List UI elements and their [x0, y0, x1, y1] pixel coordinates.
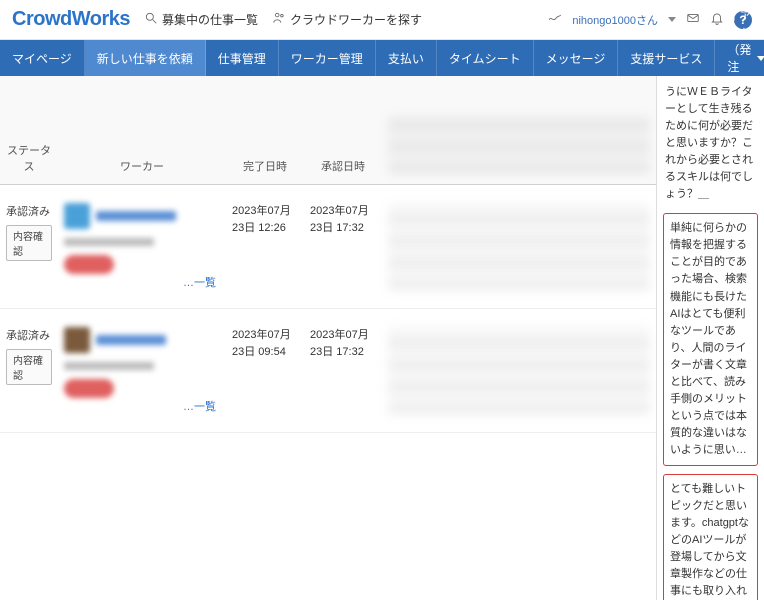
confirm-button[interactable]: 内容確認	[6, 225, 52, 261]
pill	[64, 255, 114, 274]
confirm-button[interactable]: 内容確認	[6, 349, 52, 385]
cell-approved: 2023年07月23日 17:32	[304, 185, 382, 308]
chevron-down-icon[interactable]	[668, 17, 676, 22]
th-approved: 承認日時	[304, 76, 382, 184]
nav-new-job[interactable]: 新しい仕事を依頼	[85, 40, 206, 76]
nav-mypage[interactable]: マイページ	[0, 40, 85, 76]
sidebar-answer-1: 単純に何らかの情報を把握することが目的であった場合、検索機能にも長けたAIはとて…	[663, 213, 758, 466]
chevron-down-icon	[757, 56, 764, 61]
mail-icon[interactable]	[686, 11, 700, 28]
avatar	[64, 203, 90, 229]
jobs-link-label: 募集中の仕事一覧	[162, 11, 258, 28]
nav-messages[interactable]: メッセージ	[534, 40, 619, 76]
table-header: ステータス ワーカー 完了日時 承認日時	[0, 76, 656, 185]
topbar-right: nihongo1000さん ?	[548, 11, 752, 29]
cell-approved: 2023年07月23日 17:32	[304, 309, 382, 432]
sidebar-note-top: うにＷＥＢライターとして生き残るために何が必要だと思いますか？これから必要とされ…	[663, 82, 758, 205]
nav-job-manage[interactable]: 仕事管理	[206, 40, 279, 76]
bell-icon[interactable]	[710, 11, 724, 28]
nav-support[interactable]: 支援サービス	[618, 40, 715, 76]
nav-worker-manage[interactable]: ワーカー管理	[279, 40, 376, 76]
person-icon	[272, 11, 286, 28]
sidebar: うにＷＥＢライターとして生き残るために何が必要だと思いますか？これから必要とされ…	[656, 76, 764, 600]
cell-status: 承認済み 内容確認	[0, 185, 58, 308]
cell-worker: …一覧	[58, 309, 226, 432]
table-row: 承認済み 内容確認 …一覧 2023年07月23日 09:54 2023年07月…	[0, 309, 656, 433]
logo[interactable]: CrowdWorks	[12, 8, 130, 31]
sidebar-answer-2: とても難しいトピックだと思います。chatgptなどのAIツールが登場してから文…	[663, 474, 758, 600]
status-badge: 承認済み	[6, 327, 52, 343]
cell-status: 承認済み 内容確認	[0, 309, 58, 432]
nav-client-menu[interactable]: クライアント（発注者）メニュー	[715, 40, 764, 76]
cell-rest	[382, 309, 656, 432]
cell-worker: …一覧	[58, 185, 226, 308]
th-done: 完了日時	[226, 76, 304, 184]
table: ステータス ワーカー 完了日時 承認日時 承認済み 内容確認 …一覧	[0, 76, 656, 600]
wave-icon	[548, 11, 562, 28]
content: ステータス ワーカー 完了日時 承認日時 承認済み 内容確認 …一覧	[0, 76, 764, 600]
topbar: CrowdWorks 募集中の仕事一覧 クラウドワーカーを探す nihongo1…	[0, 0, 764, 40]
cell-done: 2023年07月23日 12:26	[226, 185, 304, 308]
list-link[interactable]: …一覧	[183, 401, 216, 413]
nav-timesheet[interactable]: タイムシート	[437, 40, 534, 76]
th-worker: ワーカー	[58, 76, 226, 184]
nav-payment[interactable]: 支払い	[376, 40, 437, 76]
th-status: ステータス	[0, 76, 58, 184]
find-workers-label: クラウドワーカーを探す	[290, 11, 422, 28]
status-badge: 承認済み	[6, 203, 52, 219]
avatar	[64, 327, 90, 353]
navbar: マイページ 新しい仕事を依頼 仕事管理 ワーカー管理 支払い タイムシート メッ…	[0, 40, 764, 76]
cell-rest	[382, 185, 656, 308]
th-rest	[382, 76, 656, 184]
pill	[64, 379, 114, 398]
find-workers-link[interactable]: クラウドワーカーを探す	[272, 11, 422, 28]
search-icon	[144, 11, 158, 28]
jobs-link[interactable]: 募集中の仕事一覧	[144, 11, 258, 28]
table-row: 承認済み 内容確認 …一覧 2023年07月23日 12:26 2023年07月…	[0, 185, 656, 309]
cell-done: 2023年07月23日 09:54	[226, 309, 304, 432]
toplinks: 募集中の仕事一覧 クラウドワーカーを探す	[144, 11, 422, 28]
username[interactable]: nihongo1000さん	[572, 12, 658, 28]
list-link[interactable]: …一覧	[183, 277, 216, 289]
